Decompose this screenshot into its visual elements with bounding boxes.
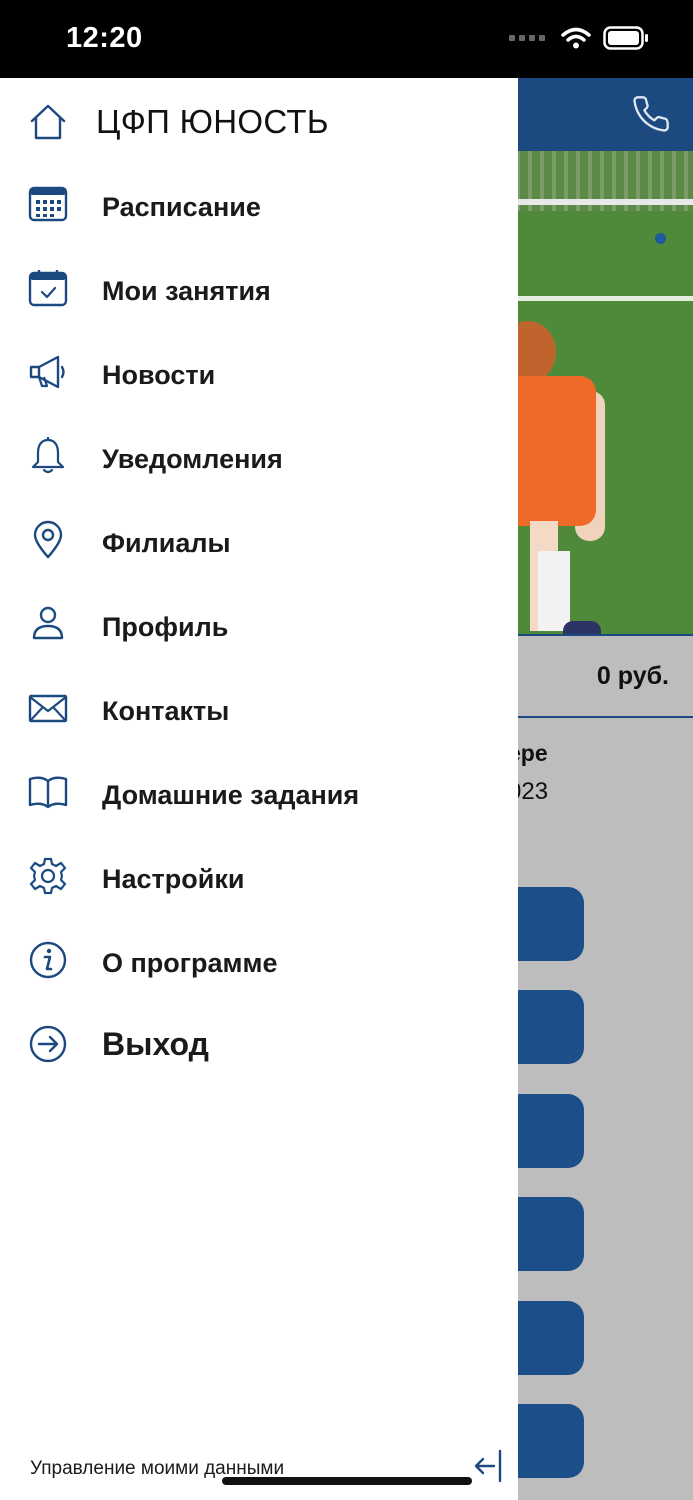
logout-icon xyxy=(29,1025,67,1063)
menu-item-label: Филиалы xyxy=(102,528,231,558)
menu-item-label: Выход xyxy=(102,1026,209,1062)
status-time: 12:20 xyxy=(66,22,143,54)
menu-item-my-classes[interactable]: Мои занятия xyxy=(0,262,518,322)
menu-item-logout[interactable]: Выход xyxy=(0,1018,518,1078)
menu-item-label: Контакты xyxy=(102,696,230,726)
menu-item-label: Мои занятия xyxy=(102,276,271,306)
status-icons xyxy=(509,26,649,50)
status-bar: 12:20 xyxy=(0,0,693,78)
collapse-drawer-icon[interactable] xyxy=(472,1448,504,1484)
menu-item-about[interactable]: О программе xyxy=(0,934,518,994)
signal-icon xyxy=(509,35,545,41)
calendar-grid-icon xyxy=(28,186,68,222)
home-icon xyxy=(30,104,66,140)
menu-item-label: Уведомления xyxy=(102,444,283,474)
info-icon xyxy=(29,941,67,979)
location-pin-icon xyxy=(33,520,63,559)
wifi-icon xyxy=(561,27,591,49)
navigation-drawer: ЦФП ЮНОСТЬ Расписание Мои занятия Новост… xyxy=(0,78,518,1500)
menu-item-profile[interactable]: Профиль xyxy=(0,598,518,658)
drawer-header[interactable]: ЦФП ЮНОСТЬ xyxy=(0,100,518,150)
menu-item-label: Профиль xyxy=(102,612,229,642)
menu-item-notifications[interactable]: Уведомления xyxy=(0,430,518,490)
battery-icon xyxy=(603,26,648,50)
menu-item-label: Настройки xyxy=(102,864,245,894)
phone-icon[interactable] xyxy=(631,94,671,134)
bell-icon xyxy=(31,437,65,474)
menu-item-label: О программе xyxy=(102,948,278,978)
calendar-check-icon xyxy=(28,270,68,307)
menu-item-settings[interactable]: Настройки xyxy=(0,850,518,910)
megaphone-icon xyxy=(29,355,65,389)
book-icon xyxy=(28,776,68,809)
menu-item-schedule[interactable]: Расписание xyxy=(0,178,518,238)
gear-icon xyxy=(29,857,67,895)
home-indicator xyxy=(222,1477,472,1485)
menu-item-label: Новости xyxy=(102,360,216,390)
menu-item-homework[interactable]: Домашние задания xyxy=(0,766,518,826)
balance-value: 0 руб. xyxy=(596,662,669,690)
drawer-title: ЦФП ЮНОСТЬ xyxy=(96,103,329,140)
menu-item-label: Домашние задания xyxy=(102,780,360,810)
menu-item-news[interactable]: Новости xyxy=(0,346,518,406)
menu-item-branches[interactable]: Филиалы xyxy=(0,514,518,574)
person-icon xyxy=(32,606,64,640)
carousel-dot xyxy=(655,233,666,244)
menu-item-contacts[interactable]: Контакты xyxy=(0,682,518,742)
envelope-icon xyxy=(28,694,68,723)
menu-item-label: Расписание xyxy=(102,192,261,222)
